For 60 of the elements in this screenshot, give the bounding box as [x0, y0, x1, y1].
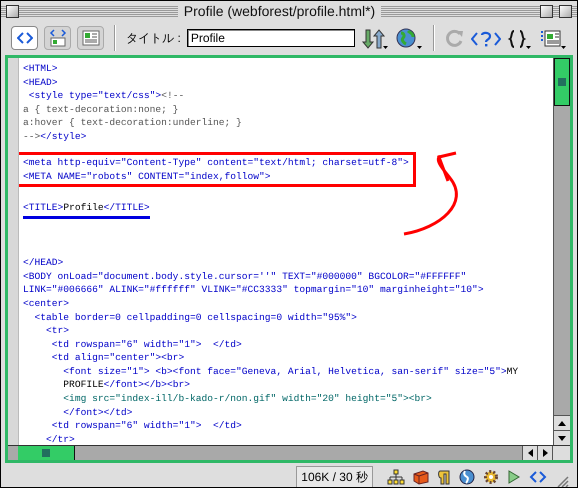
code-line: <TITLE>Profile</TITLE> [23, 201, 150, 215]
code-line: LINK="#006666" ALINK="#ffffff" VLINK="#CC3333" topmargin="10" marginheight="10"> [23, 283, 485, 297]
up-down-arrows-icon [361, 28, 390, 50]
code-line: </tr> [45, 432, 76, 445]
up-arrow-icon [558, 420, 566, 426]
code-view-icon [16, 32, 33, 44]
code-line: <table border=0 cellpadding=0 cellspacing=0 width="95%"> [34, 310, 358, 324]
code-line: <tr> [45, 324, 70, 338]
code-line: </HEAD> [23, 256, 64, 270]
play-icon[interactable] [507, 469, 521, 485]
code-line: <td rowspan="6" width="1"> </td> [50, 338, 243, 352]
resize-grip-icon[interactable] [555, 474, 569, 487]
view-mode-button[interactable] [44, 26, 72, 50]
zoom-box[interactable] [540, 4, 553, 18]
window-title: Profile (webforest/profile.html*) [178, 3, 382, 19]
refresh-icon [444, 28, 465, 50]
braces-icon [506, 28, 533, 50]
code-line: <center> [23, 296, 70, 310]
view-mode-button[interactable] [11, 26, 38, 50]
right-arrow-icon [542, 449, 548, 457]
list-icon [538, 28, 567, 50]
scroll-up-button[interactable] [554, 415, 570, 430]
code-line: a { text-decoration:none; } [23, 102, 180, 116]
code-line: </font></td> [62, 406, 134, 420]
globe-icon [395, 28, 424, 50]
scroll-down-button[interactable] [554, 430, 570, 445]
code-line: --></style> [23, 130, 88, 144]
browser-tool-button[interactable] [395, 26, 424, 50]
code-line: <BODY onLoad="document.body.style.cursor=''" TEXT="#000000" BGCOLOR="#FFFFFF" [23, 270, 468, 284]
scroll-right-button[interactable] [537, 446, 552, 460]
close-box[interactable] [6, 4, 19, 18]
scroll-thumb[interactable] [18, 446, 75, 460]
down-arrow-icon [558, 436, 566, 440]
split-view-icon [48, 29, 67, 47]
file-size-readout: 106K / 30 秒 [296, 466, 373, 487]
page-view-icon [82, 30, 100, 46]
code-line: <td align="center"><br> [50, 351, 186, 365]
code-line: <style type="text/css"><!-- [28, 89, 186, 103]
code-line: <font size="1"> <b><font face="Geneva, Arial, Helvetica, san-serif" size="5">MY [62, 364, 520, 378]
cube-icon[interactable] [413, 469, 429, 485]
code-line: <meta http-equiv="Content-Type" content="text/html; charset=utf-8"> [23, 156, 409, 170]
globe-icon[interactable] [459, 469, 475, 485]
collapse-box[interactable] [559, 4, 572, 18]
code-line: PROFILE</font></b><br> [62, 378, 191, 392]
scroll-left-button[interactable] [522, 446, 537, 460]
code-line: <HTML> [23, 62, 59, 76]
code-line: <td rowspan="6" width="1"> </td> [50, 419, 243, 433]
gear-icon[interactable] [483, 469, 499, 485]
site-map-icon[interactable] [387, 469, 405, 485]
code-line: <img src="index-ill/b-kado-r/non.gif" width="20" height="5"><br> [62, 392, 433, 406]
title-field[interactable]: Profile [186, 29, 356, 47]
code-line: <HEAD> [23, 76, 59, 90]
title-label: タイトル : [126, 30, 181, 46]
paragraph-icon[interactable] [437, 469, 451, 485]
code-line: a:hover { text-decoration:underline; } [23, 116, 243, 130]
scroll-thumb[interactable] [554, 58, 570, 106]
view-mode-button[interactable] [77, 26, 104, 50]
left-arrow-icon [528, 449, 532, 457]
code-line: <META NAME="robots" CONTENT="index,follow"> [23, 170, 272, 184]
code-icon[interactable] [529, 470, 547, 484]
